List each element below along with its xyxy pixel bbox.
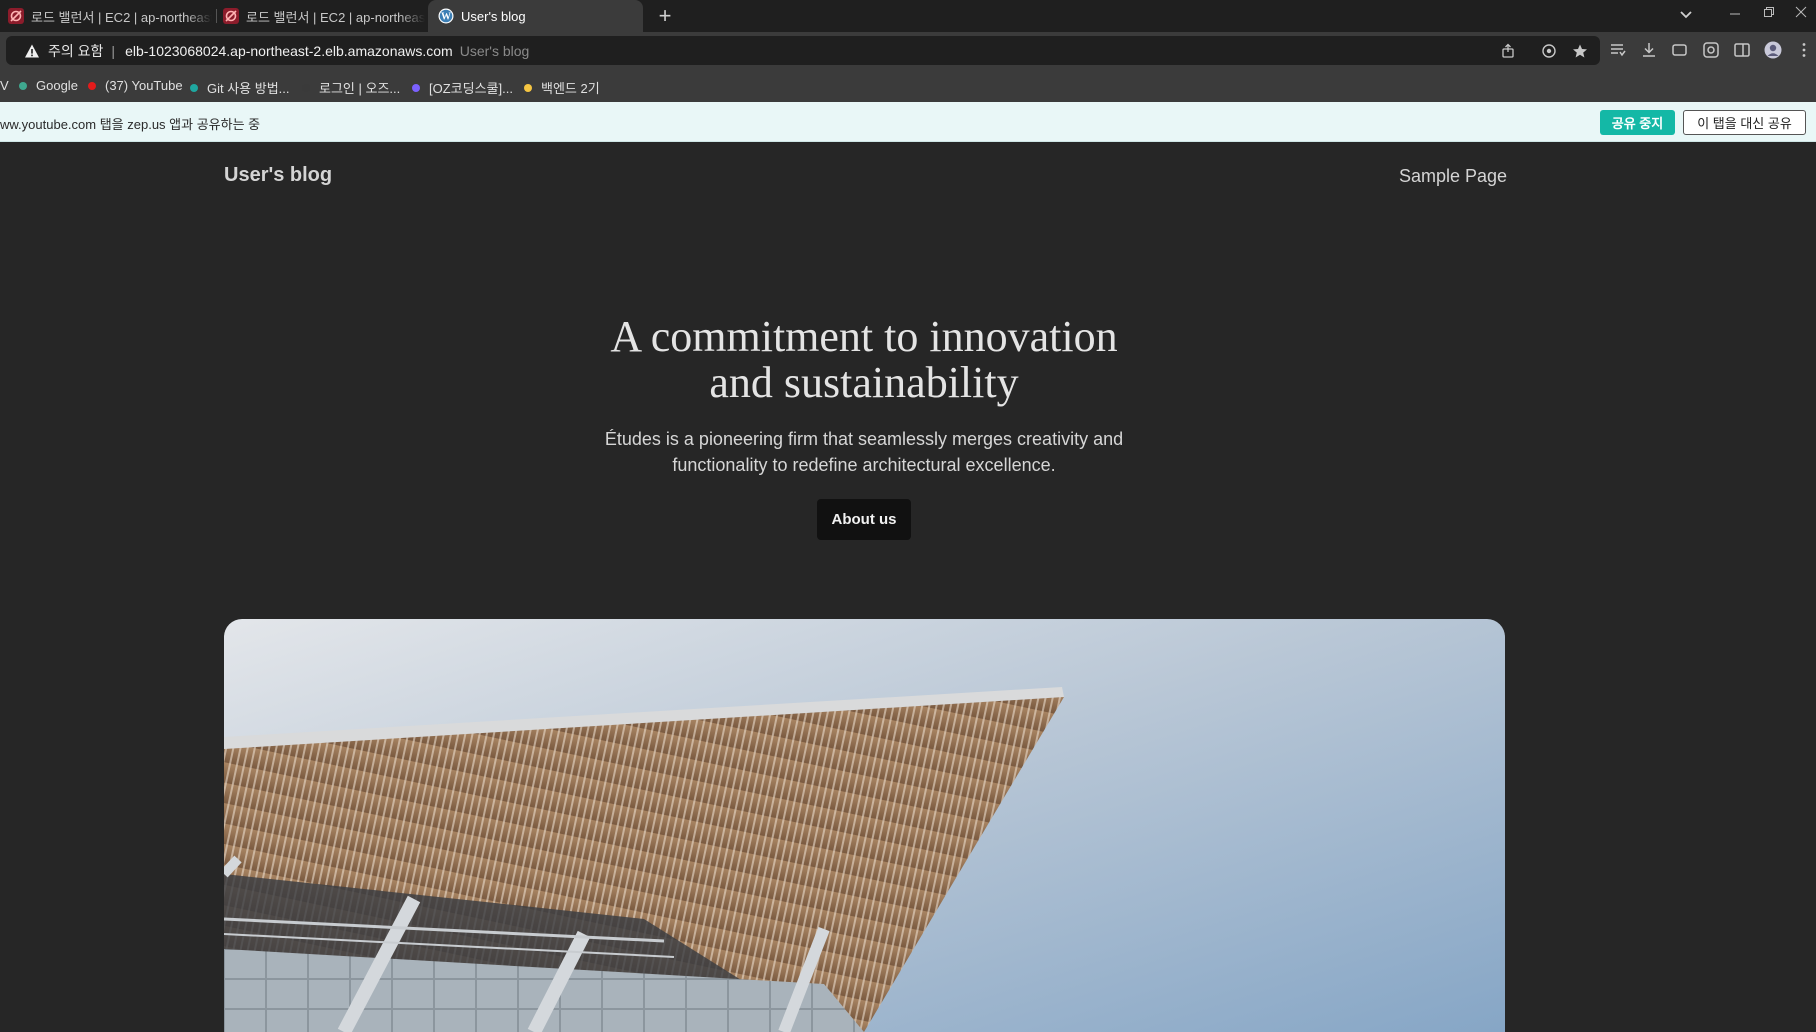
warning-triangle-icon[interactable]	[24, 43, 40, 59]
close-window-icon[interactable]	[1786, 0, 1816, 28]
bookmark-oz-coding-school[interactable]: [OZ코딩스쿨]...	[412, 78, 513, 97]
browser-tab-load-balancer-1[interactable]: 로드 밸런서 | EC2 | ap-northeast-2	[8, 0, 212, 32]
nav-sample-page-link[interactable]: Sample Page	[1399, 166, 1507, 187]
url-text[interactable]: elb-1023068024.ap-northeast-2.elb.amazon…	[125, 43, 453, 59]
side-panel-icon[interactable]	[1733, 41, 1751, 59]
bookmark-label: Git 사용 방법...	[207, 81, 290, 96]
hero-subtitle: Études is a pioneering firm that seamles…	[558, 426, 1170, 478]
screenshot-icon[interactable]	[1702, 41, 1720, 59]
bookmark-oz-login[interactable]: 로그인 | 오즈...	[302, 78, 400, 97]
bookmark-label: Google	[36, 78, 78, 93]
bookmark-git-guide[interactable]: Git 사용 방법...	[190, 78, 290, 97]
stop-sharing-button[interactable]: 공유 중지	[1600, 110, 1675, 135]
tab-title: 로드 밸런서 | EC2 | ap-northeast-2	[31, 9, 212, 25]
bookmark-label: 로그인 | 오즈...	[319, 81, 401, 96]
address-bar[interactable]: 주의 요함 | elb-1023068024.ap-northeast-2.el…	[6, 36, 1600, 65]
hero-heading-line: A commitment to innovation	[610, 312, 1118, 361]
bookmark-label: 백엔드 2기	[541, 81, 600, 96]
reading-list-icon[interactable]	[1609, 41, 1627, 59]
bookmark-label: V	[0, 78, 9, 93]
new-tab-button[interactable]: +	[652, 3, 678, 29]
bookmark-backend-2[interactable]: 백엔드 2기	[524, 78, 600, 97]
share-icon[interactable]	[1500, 43, 1516, 59]
profile-avatar-icon[interactable]	[1764, 41, 1782, 59]
address-separator: |	[111, 42, 116, 59]
aws-load-balancer-icon	[223, 8, 239, 24]
hero-heading-line: and sustainability	[709, 358, 1019, 407]
download-icon[interactable]	[1640, 41, 1658, 59]
share-this-tab-button[interactable]: 이 탭을 대신 공유	[1683, 110, 1806, 135]
more-menu-icon[interactable]	[1795, 41, 1813, 59]
bookmark-favicon-icon	[524, 83, 532, 92]
bookmark-google[interactable]: Google	[19, 78, 78, 93]
bookmarks-bar: V Google (37) YouTube Git 사용 방법... 로그인 |…	[0, 69, 1816, 102]
site-title-link[interactable]: User's blog	[224, 164, 332, 187]
bookmark-favicon-icon	[19, 81, 27, 90]
hero-subtitle-line: Études is a pioneering firm that seamles…	[604, 429, 1124, 449]
bookmark-favicon-icon	[412, 83, 420, 92]
aws-load-balancer-icon	[8, 8, 24, 24]
youtube-icon	[88, 81, 96, 90]
bookmark-label: [OZ코딩스쿨]...	[429, 81, 513, 96]
about-us-button[interactable]: About us	[817, 499, 911, 540]
bookmark-label: (37) YouTube	[105, 78, 183, 93]
hero-building-image	[224, 619, 1505, 1032]
cast-icon[interactable]	[1671, 41, 1689, 59]
browser-tab-load-balancer-2[interactable]: 로드 밸런서 | EC2 | ap-northeast-2	[223, 0, 425, 32]
minimize-icon[interactable]	[1720, 0, 1750, 28]
hero-heading: A commitment to innovation and sustainab…	[508, 314, 1220, 406]
security-warning-label[interactable]: 주의 요함	[48, 41, 103, 61]
bookmark-star-icon[interactable]	[1572, 43, 1588, 59]
tab-strip: 로드 밸런서 | EC2 | ap-northeast-2 로드 밸런서 | E…	[0, 0, 1816, 32]
google-lens-icon[interactable]	[1541, 43, 1557, 59]
bookmark-favicon-icon	[190, 83, 198, 92]
hero-subtitle-line: functionality to redefine architectural …	[672, 455, 1056, 475]
sharing-message: ww.youtube.com 탭을 zep.us 앱과 공유하는 중	[0, 117, 261, 132]
tab-sharing-infobar: ww.youtube.com 탭을 zep.us 앱과 공유하는 중 공유 중지…	[0, 102, 1816, 142]
tab-search-chevron-icon[interactable]	[1679, 8, 1693, 22]
bookmark-item[interactable]: V	[0, 78, 9, 93]
svg-text:W: W	[441, 12, 451, 23]
restore-icon[interactable]	[1754, 0, 1784, 28]
browser-tab-users-blog[interactable]: W User's blog	[428, 0, 643, 32]
wordpress-icon: W	[438, 8, 454, 24]
url-page-title: User's blog	[459, 42, 530, 59]
architecture-photo	[224, 619, 1505, 1032]
bookmark-favicon-icon	[302, 83, 310, 92]
browser-toolbar: 주의 요함 | elb-1023068024.ap-northeast-2.el…	[0, 32, 1816, 69]
bookmark-youtube[interactable]: (37) YouTube	[88, 78, 183, 93]
tab-title: User's blog	[461, 8, 526, 24]
